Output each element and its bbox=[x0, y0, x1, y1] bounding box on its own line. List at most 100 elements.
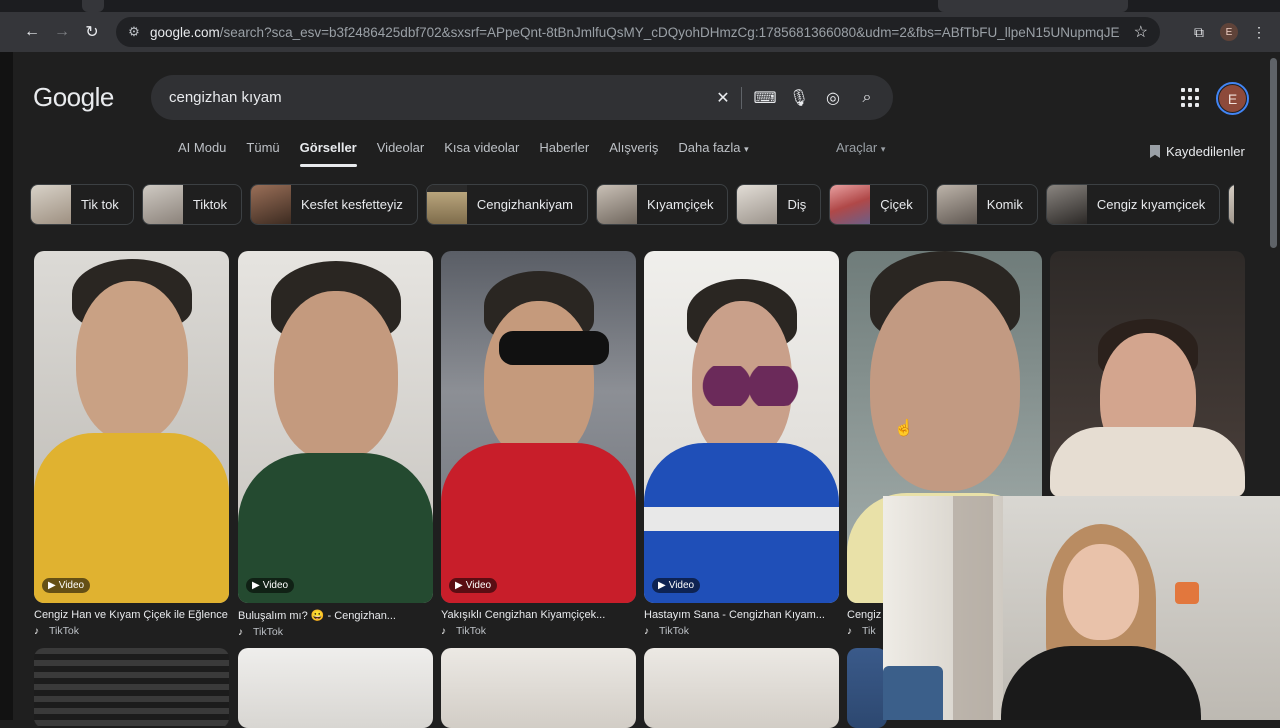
result-image[interactable]: ▶ Video bbox=[644, 251, 839, 603]
dropdown-arrow-icon: ▾ bbox=[880, 144, 886, 154]
result-title[interactable]: Cengiz Han ve Kıyam Çiçek ile Eğlence bbox=[34, 609, 229, 621]
result-source-label: TikTok bbox=[49, 625, 79, 637]
chip-tik-tok[interactable]: Tik tok bbox=[30, 184, 134, 225]
url-path: /search?sca_esv=b3f2486425dbf702&sxsrf=A… bbox=[219, 24, 1120, 40]
bookmark-star-icon[interactable]: ☆ bbox=[1134, 22, 1148, 42]
address-bar[interactable]: ⚙ google.com/search?sca_esv=b3f2486425db… bbox=[116, 17, 1160, 47]
result-image[interactable] bbox=[847, 648, 887, 728]
chip-cicek[interactable]: Çiçek bbox=[829, 184, 928, 225]
chip-label: Tik tok bbox=[81, 197, 119, 212]
play-icon: ▶ bbox=[252, 580, 260, 591]
play-icon: ▶ bbox=[48, 580, 56, 591]
video-badge: ▶ Video bbox=[42, 578, 91, 593]
face bbox=[75, 281, 188, 441]
video-badge-label: Video bbox=[58, 580, 85, 591]
browser-tab[interactable] bbox=[82, 0, 104, 12]
chip-thumbnail bbox=[31, 185, 71, 224]
search-input[interactable]: cengizhan kıyam bbox=[169, 89, 282, 106]
tools-label: Araçlar bbox=[836, 140, 878, 155]
google-logo[interactable]: Google bbox=[33, 82, 114, 113]
result-title[interactable]: Buluşalım mı? 😀 - Cengizhan... bbox=[238, 609, 433, 622]
tab-ai-mode[interactable]: AI Modu bbox=[168, 140, 236, 168]
sofa bbox=[883, 666, 943, 720]
left-gutter bbox=[0, 52, 13, 720]
microphone-icon[interactable]: 🎙 bbox=[787, 86, 811, 110]
tab-more[interactable]: Daha fazla ▾ bbox=[668, 140, 758, 168]
search-icon[interactable]: ⌕ bbox=[855, 86, 879, 110]
tab-shopping[interactable]: Alışveriş bbox=[599, 140, 668, 168]
result-card[interactable]: ▶ Video Yakışıklı Cengizhan Kiyamçiçek...… bbox=[441, 251, 636, 637]
chip-thumbnail bbox=[1229, 185, 1234, 224]
chip-kiyamcicek[interactable]: Kıyamçiçek bbox=[596, 184, 729, 225]
chip-label: Tiktok bbox=[192, 197, 228, 212]
keyboard-icon[interactable]: ⌨ bbox=[753, 86, 777, 110]
tiktok-icon: ♪ bbox=[847, 625, 852, 637]
site-settings-icon[interactable]: ⚙ bbox=[124, 22, 144, 42]
extensions-icon[interactable]: ⧉ bbox=[1188, 21, 1210, 43]
video-badge-label: Video bbox=[262, 580, 289, 591]
browser-menu-icon[interactable]: ⋮ bbox=[1248, 21, 1270, 43]
tiktok-icon: ♪ bbox=[238, 626, 243, 638]
result-title[interactable]: Yakışıklı Cengizhan Kiyamçiçek... bbox=[441, 609, 636, 621]
result-card[interactable]: ▶ Video Hastayım Sana - Cengizhan Kıyam..… bbox=[644, 251, 839, 637]
chip-label: Komik bbox=[986, 197, 1023, 212]
browser-profile-avatar[interactable]: E bbox=[1220, 23, 1238, 41]
tab-videos[interactable]: Videolar bbox=[367, 140, 434, 168]
chip-label: Çiçek bbox=[880, 197, 913, 212]
chip-thumbnail bbox=[1046, 185, 1087, 224]
result-image[interactable] bbox=[34, 648, 229, 728]
chip-label: Kesfet kesfetteyiz bbox=[301, 197, 403, 212]
result-card[interactable] bbox=[1050, 251, 1245, 497]
url-text[interactable]: google.com/search?sca_esv=b3f2486425dbf7… bbox=[150, 25, 1120, 40]
tab-images[interactable]: Görseller bbox=[290, 140, 367, 168]
play-icon: ▶ bbox=[455, 580, 463, 591]
forward-icon[interactable]: → bbox=[47, 17, 77, 47]
result-image[interactable] bbox=[1050, 251, 1245, 497]
chip-komik[interactable]: Komik bbox=[935, 184, 1038, 225]
account-avatar[interactable]: E bbox=[1216, 82, 1249, 115]
video-badge-label: Video bbox=[668, 580, 695, 591]
result-image[interactable] bbox=[238, 648, 433, 728]
result-card[interactable]: ▶ Video Buluşalım mı? 😀 - Cengizhan... ♪ T… bbox=[238, 251, 433, 638]
result-image[interactable]: ▶ Video bbox=[238, 251, 433, 603]
result-source[interactable]: ♪ TikTok bbox=[34, 625, 229, 637]
chip-cengizhankiyam[interactable]: Cengizhankiyam bbox=[425, 184, 589, 225]
lens-icon[interactable]: ◎ bbox=[821, 86, 845, 110]
chip-tiktok[interactable]: Tiktok bbox=[141, 184, 243, 225]
chip-thumbnail bbox=[597, 185, 638, 224]
chip-more[interactable] bbox=[1228, 184, 1234, 225]
chip-thumbnail bbox=[426, 185, 467, 224]
result-image[interactable] bbox=[441, 648, 636, 728]
back-icon[interactable]: ← bbox=[17, 17, 47, 47]
result-source[interactable]: ♪ TikTok bbox=[238, 626, 433, 638]
result-image[interactable] bbox=[644, 648, 839, 728]
chip-dis[interactable]: Diş bbox=[736, 184, 822, 225]
chip-thumbnail bbox=[737, 185, 778, 224]
person-shirt bbox=[1001, 646, 1201, 720]
scrollbar-thumb[interactable] bbox=[1270, 58, 1277, 248]
tools-button[interactable]: Araçlar ▾ bbox=[836, 140, 885, 155]
result-source-label: TikTok bbox=[659, 625, 689, 637]
tab-strip bbox=[0, 0, 1280, 12]
tab-news[interactable]: Haberler bbox=[529, 140, 599, 168]
sunglasses bbox=[499, 331, 609, 365]
apps-grid-icon[interactable] bbox=[1181, 88, 1201, 108]
tab-short-videos[interactable]: Kısa videolar bbox=[434, 140, 529, 168]
chip-cengiz-kiyamcicek[interactable]: Cengiz kıyamçicek bbox=[1045, 184, 1221, 225]
result-card[interactable]: ▶ Video Cengiz Han ve Kıyam Çiçek ile Eğl… bbox=[34, 251, 229, 637]
tiktok-icon: ♪ bbox=[34, 625, 39, 637]
chip-label: Cengizhankiyam bbox=[476, 197, 574, 212]
result-image[interactable]: ▶ Video bbox=[34, 251, 229, 603]
tab-all[interactable]: Tümü bbox=[236, 140, 289, 168]
result-source[interactable]: ♪ TikTok bbox=[644, 625, 839, 637]
result-image[interactable]: ▶ Video bbox=[441, 251, 636, 603]
result-title[interactable]: Hastayım Sana - Cengizhan Kıyam... bbox=[644, 609, 839, 621]
clear-icon[interactable]: ✕ bbox=[711, 86, 735, 110]
chip-kesfet[interactable]: Kesfet kesfetteyiz bbox=[250, 184, 418, 225]
saved-button[interactable]: Kaydedilenler bbox=[1150, 144, 1245, 159]
reload-icon[interactable]: ↻ bbox=[77, 17, 107, 47]
search-box[interactable]: cengizhan kıyam ✕ ⌨ 🎙 ◎ ⌕ bbox=[151, 75, 893, 120]
result-source[interactable]: ♪ TikTok bbox=[441, 625, 636, 637]
browser-tab-active[interactable] bbox=[938, 0, 1128, 12]
face bbox=[273, 291, 398, 461]
